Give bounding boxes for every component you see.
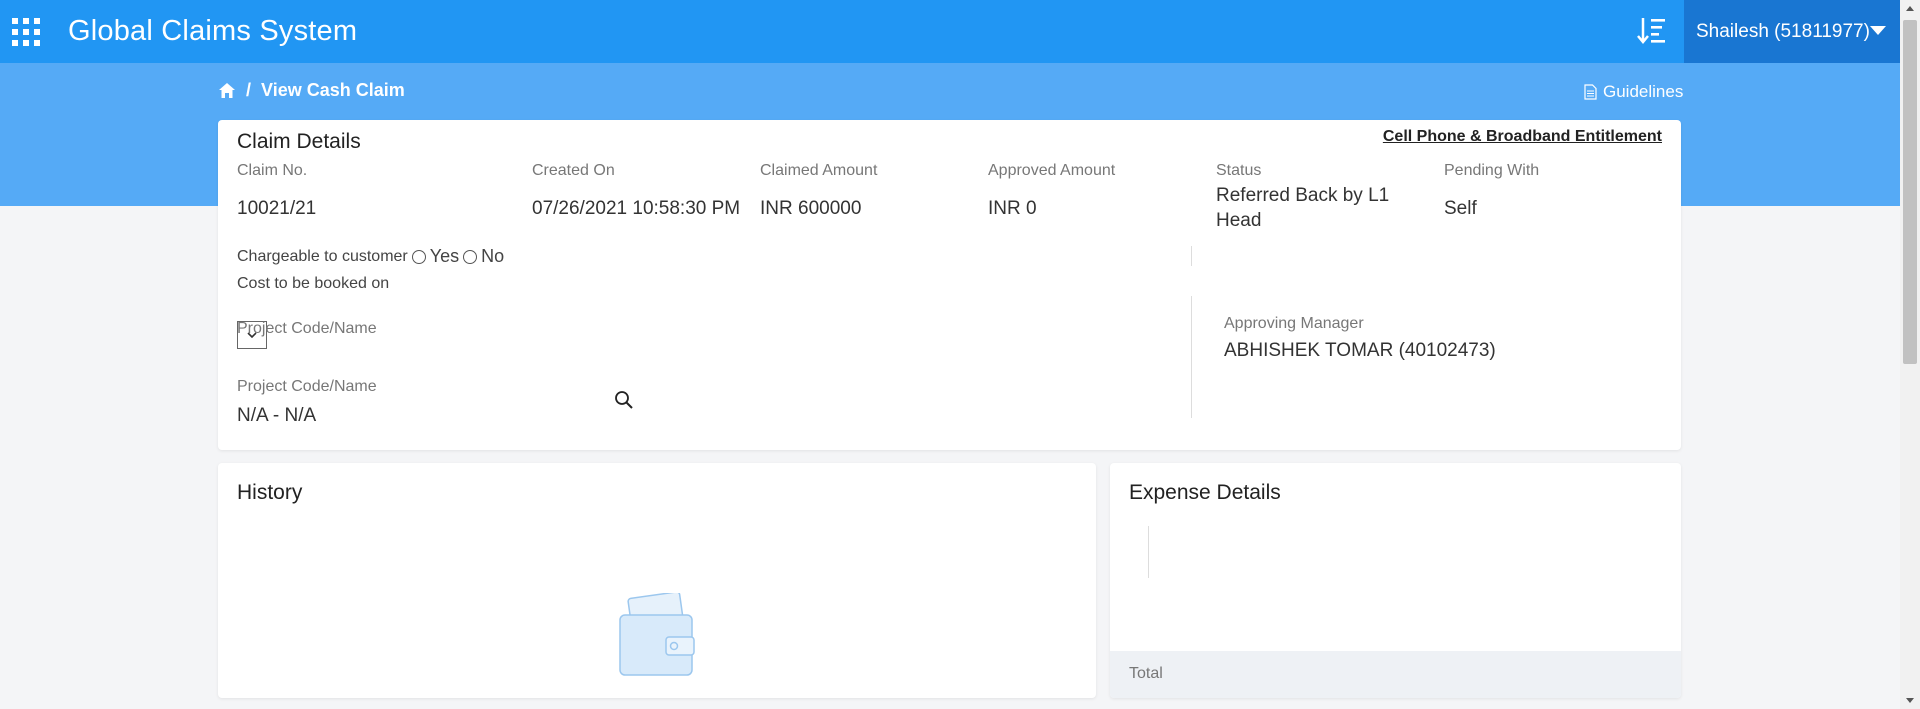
status-label: Status [1216,162,1262,179]
created-on-label: Created On [532,162,615,179]
approved-amount-value: INR 0 [988,198,1037,219]
claimed-amount-value: INR 600000 [760,198,862,219]
scroll-down-arrow-icon[interactable] [1906,698,1914,703]
history-title: History [237,481,303,504]
home-icon[interactable] [218,82,236,99]
scrollbar-thumb[interactable] [1903,20,1917,364]
claim-no-label: Claim No. [237,162,308,179]
pending-with-label: Pending With [1444,162,1540,179]
claim-details-card: Claim Details Cell Phone & Broadband Ent… [218,120,1681,450]
app-title: Global Claims System [68,15,358,47]
expense-details-title: Expense Details [1129,481,1281,504]
user-name: Shailesh (51811977) [1696,20,1870,42]
created-on-value: 07/26/2021 10:58:30 PM [532,198,741,219]
total-label: Total [1129,665,1163,682]
user-menu-button[interactable]: Shailesh (51811977) [1684,0,1900,63]
document-icon [1584,84,1597,100]
sort-list-icon [1637,18,1665,44]
project-select-label: Project Code/Name [237,320,377,337]
radio-yes-label: Yes [429,246,460,266]
chargeable-yes-option[interactable]: Yes [411,246,460,267]
radio-yes[interactable] [411,249,426,264]
breadcrumb-separator: / [246,80,252,100]
caret-down-icon [1870,26,1886,35]
pending-with-value: Self [1444,198,1477,219]
approving-manager-label: Approving Manager [1224,315,1364,332]
chargeable-no-option[interactable]: No [463,246,504,267]
entitlement-link[interactable]: Cell Phone & Broadband Entitlement [1383,128,1662,146]
expense-total-bar: Total [1110,651,1681,698]
top-app-bar: Global Claims System Shailesh (51811977) [0,0,1900,63]
page-scrollbar[interactable] [1900,0,1920,709]
project-search-button[interactable] [613,389,635,411]
history-card: History [218,463,1096,698]
claim-details-title: Claim Details [237,130,361,153]
apps-menu-button[interactable] [0,0,52,63]
radio-no[interactable] [463,249,478,264]
search-icon [615,391,633,409]
approving-manager-value: ABHISHEK TOMAR (40102473) [1224,340,1496,361]
scroll-up-arrow-icon[interactable] [1906,6,1914,11]
radio-no-label: No [481,246,505,266]
expense-details-card: Expense Details Total [1110,463,1681,698]
claimed-amount-label: Claimed Amount [760,162,878,179]
guidelines-label: Guidelines [1603,82,1684,101]
breadcrumb-current: View Cash Claim [261,80,405,100]
divider [1148,526,1149,578]
apps-grid-icon [12,17,40,46]
chargeable-label: Chargeable to customer [237,247,408,265]
chargeable-to-customer: Chargeable to customer Yes No [237,246,504,267]
guidelines-link[interactable]: Guidelines [1584,82,1683,102]
status-value: Referred Back by L1 Head [1216,185,1390,231]
project-code-label: Project Code/Name [237,378,377,395]
project-code-value: N/A - N/A [237,405,317,426]
breadcrumb: / View Cash Claim [218,80,405,101]
claim-no-value: 10021/21 [237,198,317,219]
wallet-icon [619,593,695,676]
sort-button[interactable] [1636,14,1668,48]
approved-amount-label: Approved Amount [988,162,1116,179]
cost-booked-label: Cost to be booked on [237,275,390,292]
divider [1191,296,1192,418]
divider [1191,246,1192,266]
